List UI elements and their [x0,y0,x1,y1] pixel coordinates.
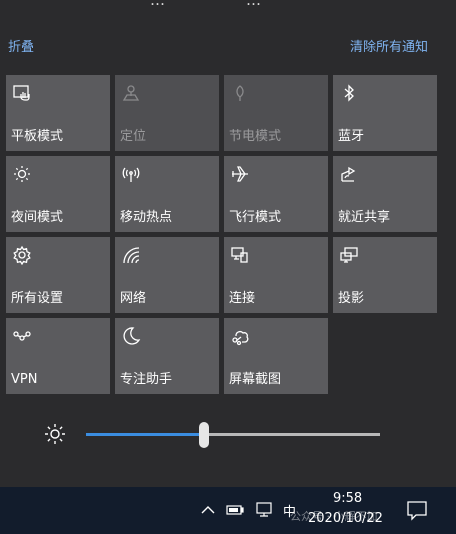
sun-icon [44,423,66,445]
mobile-hotspot-icon [121,164,141,184]
brightness-slider-track[interactable] [86,433,380,436]
tile-label: 节电模式 [229,129,282,144]
battery-icon[interactable] [225,501,245,519]
brightness-slider-thumb[interactable] [198,422,209,448]
tile-tablet-mode[interactable]: 平板模式 [6,75,110,151]
clock-date[interactable]: 2020/10/22 [308,511,383,526]
tile-label: 夜间模式 [11,210,64,225]
tile-mobile-hotspot[interactable]: 移动热点 [115,156,219,232]
cut-text-right: … [246,0,261,9]
tile-label: 屏幕截图 [229,372,282,387]
tile-location[interactable]: 定位 [115,75,219,151]
clear-all-notifications-link[interactable]: 清除所有通知 [350,36,428,55]
action-center-header: 折叠 清除所有通知 [0,36,456,56]
network-desktop-icon[interactable] [254,501,274,519]
tile-label: 蓝牙 [338,129,365,144]
tile-label: 连接 [229,291,256,306]
clock-time[interactable]: 9:58 [333,491,362,506]
tile-label: 专注助手 [120,372,173,387]
taskbar: 中 9:58 公众号 · 小辉不加 2020/10/22 [0,487,456,534]
tile-connect[interactable]: 连接 [224,237,328,313]
brightness-control [0,420,456,450]
collapse-link[interactable]: 折叠 [8,36,34,55]
action-center-button[interactable] [404,497,430,523]
tile-all-settings[interactable]: 所有设置 [6,237,110,313]
tile-label: 移动热点 [120,210,173,225]
project-icon [339,245,359,265]
tile-screen-snip[interactable]: 屏幕截图 [224,318,328,394]
connect-icon [230,245,250,265]
night-light-icon [12,164,32,184]
tile-focus-assist[interactable]: 专注助手 [115,318,219,394]
tile-label: VPN [11,372,38,387]
tile-label: 定位 [120,129,147,144]
network-icon [121,245,141,265]
chevron-up-icon[interactable] [198,501,218,519]
nearby-share-icon [339,164,359,184]
vpn-icon [12,326,32,346]
tile-bluetooth[interactable]: 蓝牙 [333,75,437,151]
tile-network[interactable]: 网络 [115,237,219,313]
tile-airplane-mode[interactable]: 飞行模式 [224,156,328,232]
top-cut-text: … … [0,0,456,10]
moon-icon [121,326,141,346]
bluetooth-icon [339,83,359,103]
tile-battery-saver[interactable]: 节电模式 [224,75,328,151]
tile-label: 网络 [120,291,147,306]
tile-label: 就近共享 [338,210,391,225]
tile-label: 投影 [338,291,365,306]
tile-vpn[interactable]: VPN [6,318,110,394]
tile-label: 平板模式 [11,129,64,144]
cut-text-left: … [150,0,165,9]
gear-icon [12,245,32,265]
tile-night-light[interactable]: 夜间模式 [6,156,110,232]
tile-project[interactable]: 投影 [333,237,437,313]
tile-label: 所有设置 [11,291,64,306]
airplane-icon [230,164,250,184]
screen-snip-icon [230,326,250,346]
battery-saver-icon [230,83,250,103]
tile-label: 飞行模式 [229,210,282,225]
brightness-slider-fill [86,433,204,436]
tile-nearby-share[interactable]: 就近共享 [333,156,437,232]
location-icon [121,83,141,103]
tablet-mode-icon [12,83,32,103]
